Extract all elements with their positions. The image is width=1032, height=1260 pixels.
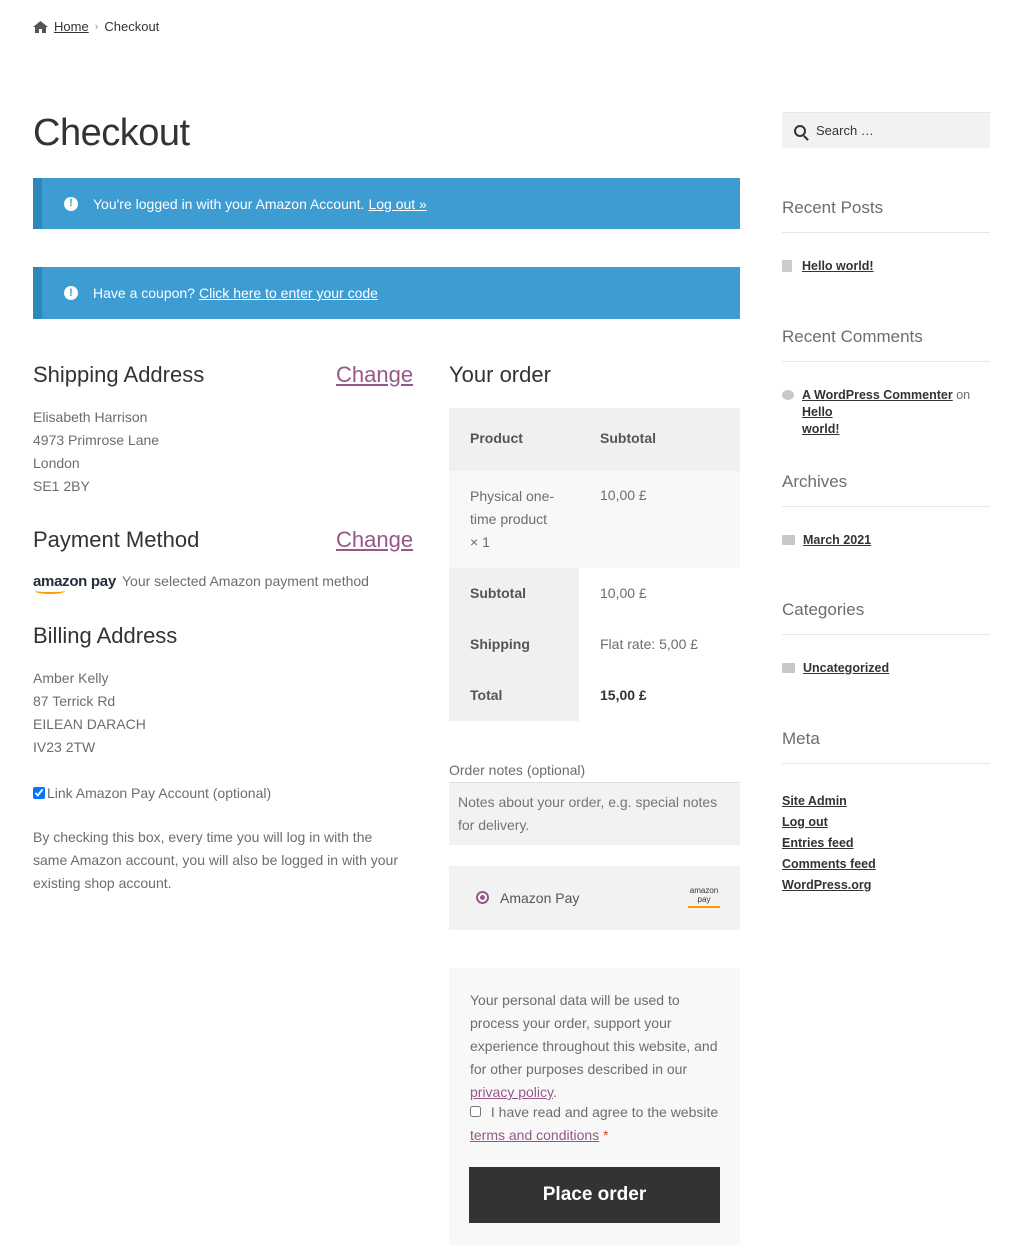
category-link[interactable]: Uncategorized — [803, 661, 889, 675]
amazon-logout-link[interactable]: Log out » — [368, 196, 426, 212]
archives-title: Archives — [782, 472, 990, 507]
amazon-login-text: You're logged in with your Amazon Accoun… — [93, 195, 365, 212]
categories-title: Categories — [782, 600, 990, 635]
order-item-name: Physical one- time product × 1 — [470, 485, 554, 554]
order-header-subtotal: Subtotal — [600, 430, 656, 446]
billing-title: Billing Address — [33, 623, 178, 648]
comment-icon — [782, 390, 794, 400]
coupon-link[interactable]: Click here to enter your code — [199, 285, 378, 301]
archive-link[interactable]: March 2021 — [803, 533, 871, 547]
place-order-button[interactable]: Place order — [469, 1167, 720, 1223]
shipping-line: SE1 2BY — [33, 478, 90, 494]
home-icon — [33, 20, 48, 33]
meta-links: Site Admin Log out Entries feed Comments… — [782, 790, 876, 895]
payment-change-link[interactable]: Change — [336, 527, 413, 553]
billing-line: Amber Kelly — [33, 670, 109, 686]
folder-icon — [782, 535, 795, 545]
coupon-notice: ! Have a coupon? Click here to enter you… — [33, 267, 740, 319]
recent-post-link[interactable]: Hello world! — [802, 259, 874, 273]
billing-line: 87 Terrick Rd — [33, 693, 116, 709]
info-icon: ! — [64, 196, 78, 211]
shipping-change-link[interactable]: Change — [336, 362, 413, 388]
shipping-line: 4973 Primrose Lane — [33, 432, 160, 448]
payment-title: Payment Method — [33, 527, 200, 552]
meta-link-comments-feed[interactable]: Comments feed — [782, 857, 876, 871]
folder-icon — [782, 663, 795, 673]
required-marker: * — [603, 1127, 609, 1143]
order-title: Your order — [449, 362, 551, 387]
comment-author-link[interactable]: A WordPress Commenter — [802, 388, 953, 402]
order-item-price: 10,00 £ — [600, 487, 647, 503]
amazon-login-notice: ! You're logged in with your Amazon Acco… — [33, 178, 740, 229]
meta-link-entries-feed[interactable]: Entries feed — [782, 836, 854, 850]
terms-link[interactable]: terms and conditions — [470, 1127, 599, 1143]
meta-link-wordpress-org[interactable]: WordPress.org — [782, 878, 871, 892]
payment-radio[interactable] — [476, 891, 489, 904]
recent-posts-title: Recent Posts — [782, 198, 990, 233]
meta-title: Meta — [782, 729, 990, 764]
shipping-line: London — [33, 455, 80, 471]
order-header-product: Product — [470, 430, 523, 446]
recent-comment-item: A WordPress Commenter on Hello world! — [782, 387, 990, 438]
breadcrumb-separator: › — [94, 20, 99, 33]
search-input[interactable] — [814, 122, 974, 139]
privacy-policy-link[interactable]: privacy policy — [470, 1084, 553, 1100]
payment-description: Your selected Amazon payment method — [122, 573, 369, 589]
comment-post-link[interactable]: Hello world! — [802, 405, 840, 436]
shipping-label: Shipping — [470, 636, 530, 652]
terms-row[interactable]: I have read and agree to the website ter… — [470, 1101, 725, 1147]
category-item: Uncategorized — [782, 661, 889, 675]
billing-address: Amber Kelly 87 Terrick Rd EILEAN DARACH … — [33, 667, 146, 759]
breadcrumb-home-link[interactable]: Home — [54, 19, 89, 34]
link-account-description: By checking this box, every time you wil… — [33, 829, 398, 891]
link-account-row[interactable]: Link Amazon Pay Account (optional) — [33, 785, 271, 801]
subtotal-label: Subtotal — [470, 585, 526, 601]
order-notes-input[interactable] — [449, 782, 740, 845]
order-notes-label: Order notes (optional) — [449, 762, 586, 778]
search-box[interactable] — [782, 112, 990, 148]
info-icon: ! — [64, 286, 78, 300]
amazon-pay-badge-icon: amazon pay — [688, 886, 720, 908]
total-label: Total — [470, 687, 503, 703]
page-title: Checkout — [33, 112, 190, 154]
recent-post-item: Hello world! — [782, 259, 874, 273]
link-account-checkbox[interactable] — [33, 787, 45, 799]
terms-checkbox[interactable] — [470, 1106, 481, 1117]
shipping-line: Elisabeth Harrison — [33, 409, 148, 425]
link-account-label: Link Amazon Pay Account (optional) — [47, 785, 272, 801]
payment-option-label: Amazon Pay — [500, 890, 580, 906]
billing-line: EILEAN DARACH — [33, 716, 146, 732]
coupon-text: Have a coupon? — [93, 285, 195, 301]
search-icon — [794, 124, 806, 137]
meta-link-site-admin[interactable]: Site Admin — [782, 794, 847, 808]
total-value: 15,00 £ — [600, 687, 647, 703]
archive-item: March 2021 — [782, 533, 871, 547]
subtotal-value: 10,00 £ — [600, 585, 647, 601]
recent-comments-title: Recent Comments — [782, 327, 990, 362]
billing-line: IV23 2TW — [33, 739, 96, 755]
privacy-text: Your personal data will be used to proce… — [470, 992, 718, 1100]
terms-agree-text: I have read and agree to the website — [490, 1104, 719, 1120]
meta-link-log-out[interactable]: Log out — [782, 815, 828, 829]
breadcrumb-current: Checkout — [104, 19, 160, 34]
shipping-address: Elisabeth Harrison 4973 Primrose Lane Lo… — [33, 406, 159, 498]
document-icon — [782, 260, 792, 272]
breadcrumb: Home › Checkout — [33, 19, 159, 34]
shipping-value: Flat rate: 5,00 £ — [600, 636, 699, 652]
order-item-qty: × 1 — [470, 534, 490, 550]
shipping-title: Shipping Address — [33, 362, 205, 387]
